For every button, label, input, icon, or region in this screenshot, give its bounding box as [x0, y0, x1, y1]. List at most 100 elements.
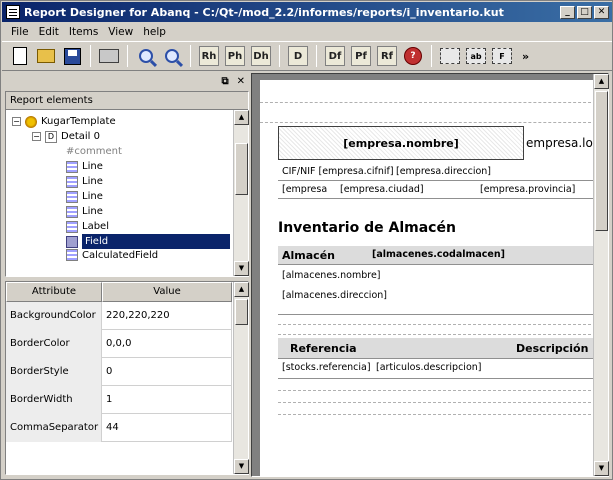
table-row[interactable]: BorderWidth 1: [6, 386, 232, 414]
page-footer-button[interactable]: Pf: [349, 44, 373, 68]
scroll-thumb[interactable]: [235, 143, 248, 195]
canvas-scrollbar[interactable]: ▲ ▼: [593, 74, 609, 476]
cif-field[interactable]: CIF/NIF [empresa.cifnif]: [282, 166, 394, 177]
tree-item-label: Field: [82, 234, 230, 249]
maximize-button[interactable]: □: [577, 5, 592, 19]
ph-label: Ph: [225, 46, 245, 66]
line-element-icon: [66, 190, 78, 203]
empresa-nombre-field[interactable]: [empresa.nombre]: [278, 126, 524, 160]
dock-close-button[interactable]: ✕: [237, 76, 245, 87]
save-button[interactable]: [60, 44, 84, 68]
report-footer-button[interactable]: Rf: [375, 44, 399, 68]
articulos-descripcion-field[interactable]: [articulos.descripcion]: [376, 362, 482, 373]
select-tool-button[interactable]: [438, 44, 462, 68]
scroll-up-icon[interactable]: ▲: [594, 74, 609, 89]
descripcion-column-label[interactable]: Descripción: [516, 342, 588, 355]
tree-scrollbar[interactable]: ▲ ▼: [233, 110, 249, 276]
menu-view[interactable]: View: [103, 26, 138, 38]
value-cell[interactable]: 44: [102, 414, 232, 442]
field-tool-button[interactable]: F: [490, 44, 514, 68]
tree-item-label-element[interactable]: Label: [66, 219, 109, 234]
table-row[interactable]: CommaSeparator 44: [6, 414, 232, 442]
empresa-field[interactable]: [empresa: [282, 184, 327, 195]
band-line: [278, 264, 596, 265]
tree-item-line[interactable]: Line: [66, 159, 103, 174]
pf-label: Pf: [351, 46, 371, 66]
toolbar: Rh Ph Dh D Df Pf Rf ? ab F »: [2, 41, 612, 71]
provincia-field[interactable]: [empresa.provincia]: [480, 184, 575, 195]
tree-item-calculated-field[interactable]: CalculatedField: [66, 249, 158, 261]
label-tool-button[interactable]: ab: [464, 44, 488, 68]
folder-open-icon: [37, 49, 55, 63]
menu-file[interactable]: File: [6, 26, 34, 38]
detail-button[interactable]: D: [286, 44, 310, 68]
value-column-header[interactable]: Value: [102, 282, 232, 302]
zoom-out-button[interactable]: [160, 44, 184, 68]
detail-footer-button[interactable]: Df: [323, 44, 347, 68]
report-header-button[interactable]: Rh: [197, 44, 221, 68]
header-line: [278, 198, 596, 199]
header-line: [278, 180, 596, 181]
almacen-direccion-field[interactable]: [almacenes.direccion]: [282, 290, 387, 301]
toolbar-separator: [127, 45, 128, 67]
table-row[interactable]: BorderStyle 0: [6, 358, 232, 386]
new-button[interactable]: [8, 44, 32, 68]
collapse-icon[interactable]: −: [32, 132, 41, 141]
zoom-in-icon: [139, 49, 153, 63]
tree-item-line[interactable]: Line: [66, 189, 103, 204]
stocks-referencia-field[interactable]: [stocks.referencia]: [282, 362, 371, 373]
design-canvas[interactable]: [empresa.nombre] empresa.logo CIF/NIF [e…: [251, 73, 609, 477]
almacen-label[interactable]: Almacén: [282, 249, 335, 262]
dock-float-button[interactable]: ⧉: [221, 76, 228, 87]
menu-items[interactable]: Items: [64, 26, 103, 38]
attribute-column-header[interactable]: Attribute: [6, 282, 102, 302]
zoom-in-button[interactable]: [134, 44, 158, 68]
scroll-down-icon[interactable]: ▼: [594, 461, 609, 476]
referencia-column-label[interactable]: Referencia: [290, 342, 357, 355]
tree-item-label: CalculatedField: [82, 249, 159, 261]
tree-item-detail[interactable]: − D Detail 0: [32, 129, 100, 144]
band-divider: [278, 414, 596, 415]
direccion-field[interactable]: [empresa.direccion]: [396, 166, 491, 177]
table-row[interactable]: BackgroundColor 220,220,220: [6, 302, 232, 330]
help-button[interactable]: ?: [401, 44, 425, 68]
print-button[interactable]: [97, 44, 121, 68]
detail-header-button[interactable]: Dh: [249, 44, 273, 68]
scroll-up-icon[interactable]: ▲: [234, 110, 249, 125]
open-button[interactable]: [34, 44, 58, 68]
table-row[interactable]: BorderColor 0,0,0: [6, 330, 232, 358]
scroll-up-icon[interactable]: ▲: [234, 282, 249, 297]
page-header-button[interactable]: Ph: [223, 44, 247, 68]
menu-edit[interactable]: Edit: [34, 26, 64, 38]
value-cell[interactable]: 0: [102, 358, 232, 386]
almacen-code-field[interactable]: [almacenes.codalmacen]: [372, 249, 505, 260]
value-cell[interactable]: 0,0,0: [102, 330, 232, 358]
tree-item-comment[interactable]: #comment: [66, 144, 122, 159]
tree-item-root[interactable]: − KugarTemplate: [12, 114, 116, 129]
report-elements-tree[interactable]: Report elements − KugarTemplate − D Deta…: [5, 91, 249, 277]
empresa-logo-field[interactable]: empresa.logo: [526, 136, 596, 150]
report-page[interactable]: [empresa.nombre] empresa.logo CIF/NIF [e…: [260, 80, 596, 476]
title-bar[interactable]: Report Designer for Abanq - C:/Qt-/mod_2…: [2, 2, 612, 22]
tree-item-line[interactable]: Line: [66, 174, 103, 189]
menu-help[interactable]: help: [138, 26, 171, 38]
d-label: D: [288, 46, 308, 66]
toolbar-separator: [431, 45, 432, 67]
properties-scrollbar[interactable]: ▲ ▼: [233, 282, 249, 474]
scroll-thumb[interactable]: [595, 91, 608, 231]
scroll-thumb[interactable]: [235, 299, 248, 325]
close-button[interactable]: ✕: [594, 5, 609, 19]
almacen-nombre-field[interactable]: [almacenes.nombre]: [282, 270, 381, 281]
minimize-button[interactable]: _: [560, 5, 575, 19]
tree-item-line[interactable]: Line: [66, 204, 103, 219]
collapse-icon[interactable]: −: [12, 117, 21, 126]
toolbar-overflow-button[interactable]: »: [522, 50, 529, 63]
value-cell[interactable]: 220,220,220: [102, 302, 232, 330]
toolbar-separator: [190, 45, 191, 67]
scroll-down-icon[interactable]: ▼: [234, 261, 249, 276]
scroll-down-icon[interactable]: ▼: [234, 459, 249, 474]
ciudad-field[interactable]: [empresa.ciudad]: [340, 184, 424, 195]
tree-item-field[interactable]: Field: [66, 234, 230, 249]
report-title-label[interactable]: Inventario de Almacén: [278, 220, 456, 236]
value-cell[interactable]: 1: [102, 386, 232, 414]
